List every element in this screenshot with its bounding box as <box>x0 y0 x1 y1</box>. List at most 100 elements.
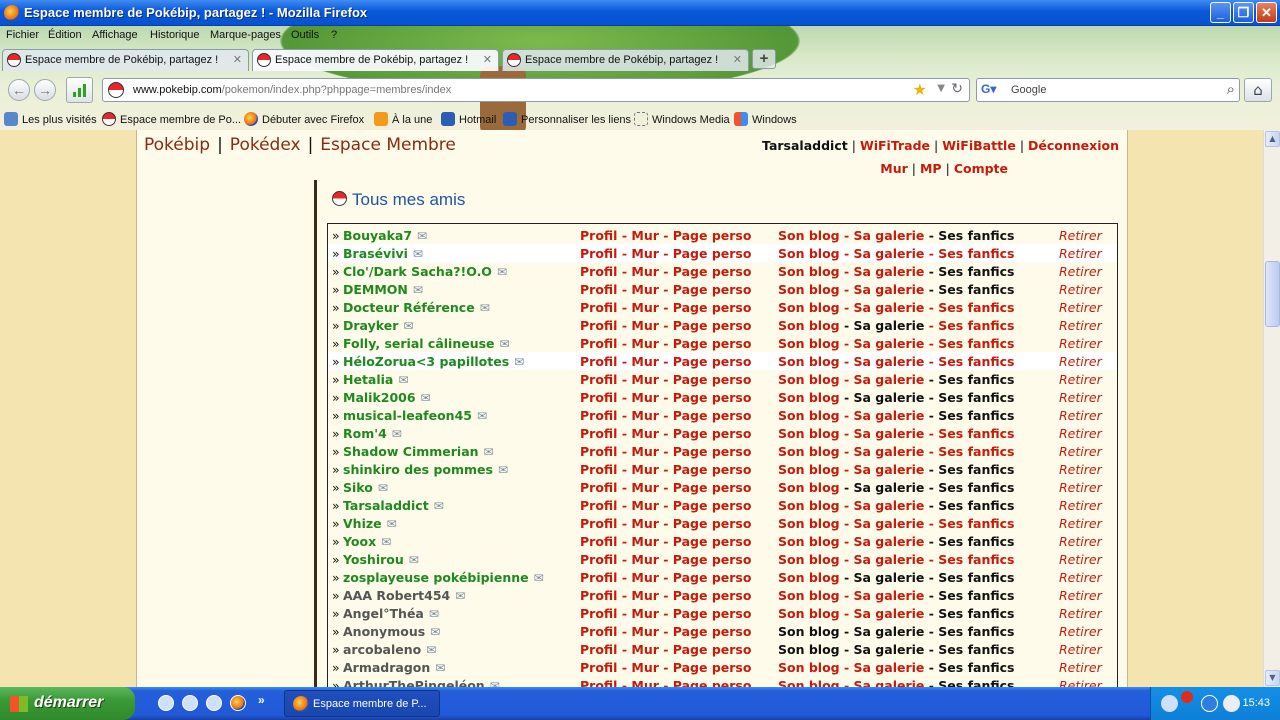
blog-link[interactable]: Son blog <box>778 228 840 243</box>
page-perso-link[interactable]: Page perso <box>673 354 752 369</box>
envelope-icon[interactable]: ✉ <box>477 409 487 423</box>
retirer-link[interactable]: Retirer <box>1059 264 1102 279</box>
galerie-link[interactable]: Sa galerie <box>854 426 925 441</box>
page-perso-link[interactable]: Page perso <box>673 372 752 387</box>
friend-name-link[interactable]: ArthurThePingeléon ✉ <box>343 678 500 687</box>
blog-link[interactable]: Son blog <box>778 336 840 351</box>
link-mp[interactable]: MP <box>920 161 942 176</box>
blog-link[interactable]: Son blog <box>778 678 840 687</box>
galerie-link[interactable]: Sa galerie <box>854 228 925 243</box>
envelope-icon[interactable]: ✉ <box>534 571 544 585</box>
nav-espace-membre[interactable]: Espace Membre <box>320 135 456 155</box>
mur-link[interactable]: Mur <box>631 444 659 459</box>
retirer-link[interactable]: Retirer <box>1059 462 1102 477</box>
link-wifitrade[interactable]: WiFiTrade <box>860 138 930 153</box>
mur-link[interactable]: Mur <box>631 426 659 441</box>
bookmark-debuter-firefox[interactable]: Débuter avec Firefox <box>244 112 364 126</box>
url-dropdown-icon[interactable]: ▼ <box>937 83 945 94</box>
retirer-link[interactable]: Retirer <box>1059 660 1102 675</box>
menu-marque-pages[interactable]: Marque-pages <box>210 29 281 41</box>
retirer-link[interactable]: Retirer <box>1059 408 1102 423</box>
profil-link[interactable]: Profil <box>580 516 617 531</box>
quicklaunch-ie-icon[interactable] <box>158 695 174 711</box>
close-button[interactable]: ✕ <box>1256 2 1277 23</box>
menu-help[interactable]: ? <box>331 29 337 41</box>
mur-link[interactable]: Mur <box>631 660 659 675</box>
quicklaunch-more[interactable]: » <box>258 693 265 707</box>
fanfics-link[interactable]: Ses fanfics <box>938 246 1014 261</box>
bookmark-windows[interactable]: Windows <box>734 112 797 126</box>
friend-name-link[interactable]: Tarsaladdict ✉ <box>343 498 444 513</box>
link-mur[interactable]: Mur <box>880 161 908 176</box>
galerie-link[interactable]: Sa galerie <box>854 354 925 369</box>
retirer-link[interactable]: Retirer <box>1059 606 1102 621</box>
friend-name-link[interactable]: Bouyaka7 ✉ <box>343 228 427 243</box>
friend-name-link[interactable]: Armadragon ✉ <box>343 660 445 675</box>
search-bar[interactable]: G▾ Google ⌕ <box>976 78 1240 102</box>
mur-link[interactable]: Mur <box>631 534 659 549</box>
page-perso-link[interactable]: Page perso <box>673 552 752 567</box>
maximize-button[interactable]: ❐ <box>1233 2 1254 23</box>
fanfics-link[interactable]: Ses fanfics <box>938 516 1014 531</box>
fanfics-link[interactable]: Ses fanfics <box>938 552 1014 567</box>
signal-bars-icon[interactable] <box>66 77 93 103</box>
friend-name-link[interactable]: Hetalia ✉ <box>343 372 408 387</box>
page-perso-link[interactable]: Page perso <box>673 228 752 243</box>
page-perso-link[interactable]: Page perso <box>673 390 752 405</box>
blog-link[interactable]: Son blog <box>778 552 840 567</box>
page-perso-link[interactable]: Page perso <box>673 642 752 657</box>
taskbar-firefox-window[interactable]: Espace membre de P... <box>284 690 440 717</box>
page-perso-link[interactable]: Page perso <box>673 318 752 333</box>
retirer-link[interactable]: Retirer <box>1059 372 1102 387</box>
friend-name-link[interactable]: Folly, serial câlineuse ✉ <box>343 336 510 351</box>
quicklaunch-browser-icon[interactable] <box>182 695 198 711</box>
envelope-icon[interactable]: ✉ <box>490 679 500 687</box>
envelope-icon[interactable]: ✉ <box>421 391 431 405</box>
profil-link[interactable]: Profil <box>580 444 617 459</box>
mur-link[interactable]: Mur <box>631 624 659 639</box>
galerie-link[interactable]: Sa galerie <box>854 336 925 351</box>
retirer-link[interactable]: Retirer <box>1059 390 1102 405</box>
galerie-link[interactable]: Sa galerie <box>854 372 925 387</box>
galerie-link[interactable]: Sa galerie <box>854 678 925 687</box>
mur-link[interactable]: Mur <box>631 516 659 531</box>
profil-link[interactable]: Profil <box>580 408 617 423</box>
mur-link[interactable]: Mur <box>631 264 659 279</box>
mur-link[interactable]: Mur <box>631 408 659 423</box>
menu-outils[interactable]: Outils <box>291 29 319 41</box>
page-perso-link[interactable]: Page perso <box>673 282 752 297</box>
envelope-icon[interactable]: ✉ <box>387 517 397 531</box>
tab-2-active[interactable]: Espace membre de Pokébip, partagez ! ✕ <box>252 49 499 71</box>
blog-link[interactable]: Son blog <box>778 264 840 279</box>
bookmark-most-visited[interactable]: Les plus visités <box>4 112 97 126</box>
fanfics-link[interactable]: Ses fanfics <box>938 300 1014 315</box>
scroll-down-icon[interactable]: ▼ <box>1265 670 1280 686</box>
profil-link[interactable]: Profil <box>580 300 617 315</box>
envelope-icon[interactable]: ✉ <box>413 283 423 297</box>
page-perso-link[interactable]: Page perso <box>673 408 752 423</box>
envelope-icon[interactable]: ✉ <box>409 553 419 567</box>
page-perso-link[interactable]: Page perso <box>673 624 752 639</box>
friend-name-link[interactable]: DEMMON ✉ <box>343 282 423 297</box>
mur-link[interactable]: Mur <box>631 480 659 495</box>
friend-name-link[interactable]: Drayker ✉ <box>343 318 413 333</box>
envelope-icon[interactable]: ✉ <box>378 481 388 495</box>
friend-name-link[interactable]: Vhize ✉ <box>343 516 397 531</box>
retirer-link[interactable]: Retirer <box>1059 354 1102 369</box>
bookmark-a-la-une[interactable]: À la une <box>374 112 432 126</box>
retirer-link[interactable]: Retirer <box>1059 228 1102 243</box>
retirer-link[interactable]: Retirer <box>1059 246 1102 261</box>
envelope-icon[interactable]: ✉ <box>497 265 507 279</box>
profil-link[interactable]: Profil <box>580 642 617 657</box>
galerie-link[interactable]: Sa galerie <box>854 498 925 513</box>
page-perso-link[interactable]: Page perso <box>673 498 752 513</box>
retirer-link[interactable]: Retirer <box>1059 678 1102 687</box>
mur-link[interactable]: Mur <box>631 300 659 315</box>
profil-link[interactable]: Profil <box>580 480 617 495</box>
google-icon[interactable]: G▾ <box>981 82 997 98</box>
username[interactable]: Tarsaladdict <box>762 138 848 153</box>
blog-link[interactable]: Son blog <box>778 390 840 405</box>
tab-close-icon[interactable]: ✕ <box>233 53 242 66</box>
page-perso-link[interactable]: Page perso <box>673 426 752 441</box>
retirer-link[interactable]: Retirer <box>1059 534 1102 549</box>
